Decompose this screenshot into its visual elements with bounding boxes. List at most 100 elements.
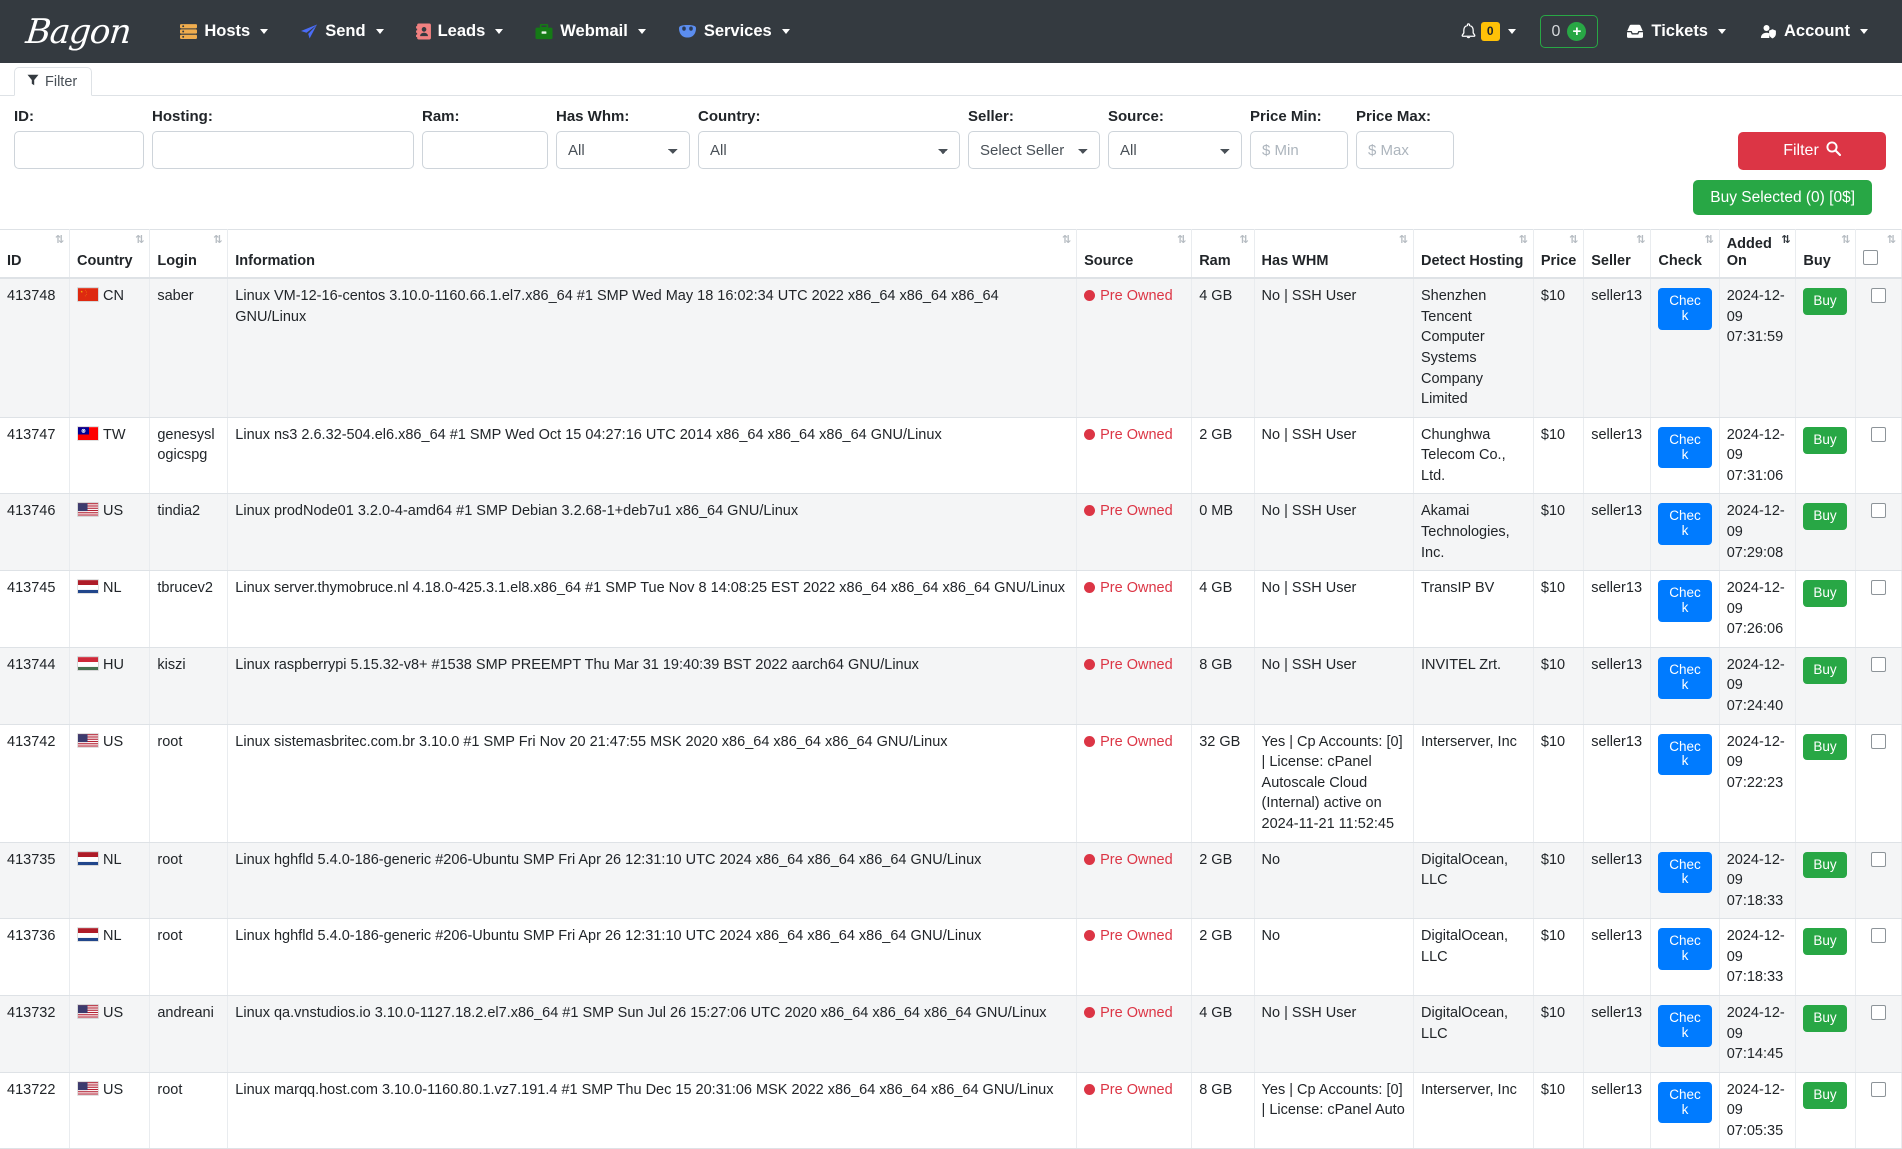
sort-icon[interactable]: ⇅: [1841, 234, 1849, 245]
check-button[interactable]: Check: [1658, 503, 1711, 545]
sort-icon[interactable]: ⇅: [1177, 234, 1185, 245]
buy-button[interactable]: Buy: [1803, 657, 1846, 684]
cell-buy[interactable]: Buy: [1796, 278, 1856, 417]
column-header-ram[interactable]: ⇅Ram: [1192, 230, 1254, 279]
cell-select[interactable]: [1856, 724, 1902, 842]
buy-button[interactable]: Buy: [1803, 852, 1846, 879]
cell-buy[interactable]: Buy: [1796, 724, 1856, 842]
column-header-price[interactable]: ⇅Price: [1533, 230, 1583, 279]
cell-select[interactable]: [1856, 995, 1902, 1072]
filter-input-price-max[interactable]: [1356, 131, 1454, 169]
row-select-checkbox[interactable]: [1871, 1082, 1886, 1097]
buy-button[interactable]: Buy: [1803, 580, 1846, 607]
nav-item-send[interactable]: Send: [284, 12, 399, 51]
cell-check[interactable]: Check: [1651, 1072, 1719, 1149]
sort-icon[interactable]: ⇅: [55, 234, 63, 245]
row-select-checkbox[interactable]: [1871, 928, 1886, 943]
select-all-checkbox[interactable]: [1863, 250, 1895, 270]
sort-icon[interactable]: ⇅: [1519, 234, 1527, 245]
notifications-button[interactable]: 0: [1449, 14, 1528, 48]
sort-icon[interactable]: ⇅: [1636, 234, 1644, 245]
buy-selected-button[interactable]: Buy Selected (0) [0$]: [1693, 180, 1872, 215]
row-select-checkbox[interactable]: [1871, 1005, 1886, 1020]
sort-icon[interactable]: ⇅: [1239, 234, 1247, 245]
cell-check[interactable]: Check: [1651, 919, 1719, 996]
column-header-login[interactable]: ⇅Login: [150, 230, 228, 279]
cell-check[interactable]: Check: [1651, 842, 1719, 919]
column-header-id[interactable]: ⇅ID: [0, 230, 70, 279]
column-header-check[interactable]: ⇅Check: [1651, 230, 1719, 279]
column-header-seller[interactable]: ⇅Seller: [1584, 230, 1651, 279]
check-button[interactable]: Check: [1658, 580, 1711, 622]
nav-item-hosts[interactable]: Hosts: [164, 12, 284, 51]
check-button[interactable]: Check: [1658, 852, 1711, 894]
nav-item-leads[interactable]: Leads: [400, 12, 520, 51]
row-select-checkbox[interactable]: [1871, 657, 1886, 672]
filter-input-ram[interactable]: [422, 131, 548, 169]
filter-input-hosting[interactable]: [152, 131, 414, 169]
filter-input-id[interactable]: [14, 131, 144, 169]
cell-select[interactable]: [1856, 417, 1902, 494]
check-button[interactable]: Check: [1658, 288, 1711, 330]
row-select-checkbox[interactable]: [1871, 503, 1886, 518]
cell-buy[interactable]: Buy: [1796, 494, 1856, 571]
nav-item-services[interactable]: Services: [662, 12, 806, 51]
column-header-source[interactable]: ⇅Source: [1077, 230, 1192, 279]
row-select-checkbox[interactable]: [1871, 580, 1886, 595]
buy-button[interactable]: Buy: [1803, 734, 1846, 761]
brand-logo[interactable]: Bagon: [10, 15, 132, 49]
filter-select-seller[interactable]: Select Seller: [968, 131, 1100, 169]
sort-icon[interactable]: ⇅: [213, 234, 221, 245]
filter-input-price-min[interactable]: [1250, 131, 1348, 169]
buy-button[interactable]: Buy: [1803, 503, 1846, 530]
cell-select[interactable]: [1856, 1072, 1902, 1149]
cell-check[interactable]: Check: [1651, 417, 1719, 494]
nav-item-tickets[interactable]: Tickets: [1610, 12, 1742, 51]
sort-icon[interactable]: ⇅: [1399, 234, 1407, 245]
column-header-information[interactable]: ⇅Information: [228, 230, 1077, 279]
cell-buy[interactable]: Buy: [1796, 571, 1856, 648]
column-header-added-on[interactable]: ⇅Added On: [1719, 230, 1796, 279]
sort-icon[interactable]: ⇅: [1704, 234, 1712, 245]
cell-buy[interactable]: Buy: [1796, 919, 1856, 996]
cell-buy[interactable]: Buy: [1796, 1072, 1856, 1149]
tab-filter[interactable]: Filter: [14, 67, 92, 96]
filter-submit-button[interactable]: Filter: [1738, 132, 1886, 170]
cell-check[interactable]: Check: [1651, 995, 1719, 1072]
filter-select-source[interactable]: All: [1108, 131, 1242, 169]
cell-select[interactable]: [1856, 919, 1902, 996]
column-header-detect-hosting[interactable]: ⇅Detect Hosting: [1414, 230, 1534, 279]
row-select-checkbox[interactable]: [1871, 288, 1886, 303]
cell-check[interactable]: Check: [1651, 647, 1719, 724]
buy-button[interactable]: Buy: [1803, 288, 1846, 315]
check-button[interactable]: Check: [1658, 427, 1711, 469]
sort-icon[interactable]: ⇅: [135, 234, 143, 245]
buy-button[interactable]: Buy: [1803, 928, 1846, 955]
filter-select-country[interactable]: All: [698, 131, 960, 169]
filter-select-has-whm[interactable]: All: [556, 131, 690, 169]
sort-icon[interactable]: ⇅: [1569, 234, 1577, 245]
sort-icon[interactable]: ⇅: [1887, 234, 1895, 245]
row-select-checkbox[interactable]: [1871, 734, 1886, 749]
column-header-has-whm[interactable]: ⇅Has WHM: [1254, 230, 1413, 279]
check-button[interactable]: Check: [1658, 928, 1711, 970]
credit-balance-button[interactable]: 0 +: [1540, 15, 1599, 48]
cell-buy[interactable]: Buy: [1796, 995, 1856, 1072]
cell-buy[interactable]: Buy: [1796, 842, 1856, 919]
row-select-checkbox[interactable]: [1871, 427, 1886, 442]
check-button[interactable]: Check: [1658, 657, 1711, 699]
cell-select[interactable]: [1856, 278, 1902, 417]
cell-check[interactable]: Check: [1651, 494, 1719, 571]
cell-select[interactable]: [1856, 647, 1902, 724]
row-select-checkbox[interactable]: [1871, 852, 1886, 867]
cell-buy[interactable]: Buy: [1796, 647, 1856, 724]
sort-icon[interactable]: ⇅: [1062, 234, 1070, 245]
nav-item-webmail[interactable]: Webmail: [519, 12, 662, 51]
sort-icon-active[interactable]: ⇅: [1781, 234, 1789, 245]
cell-check[interactable]: Check: [1651, 724, 1719, 842]
cell-select[interactable]: [1856, 571, 1902, 648]
check-button[interactable]: Check: [1658, 1082, 1711, 1124]
column-header-country[interactable]: ⇅Country: [70, 230, 150, 279]
column-header-select-all[interactable]: ⇅: [1856, 230, 1902, 279]
cell-buy[interactable]: Buy: [1796, 417, 1856, 494]
